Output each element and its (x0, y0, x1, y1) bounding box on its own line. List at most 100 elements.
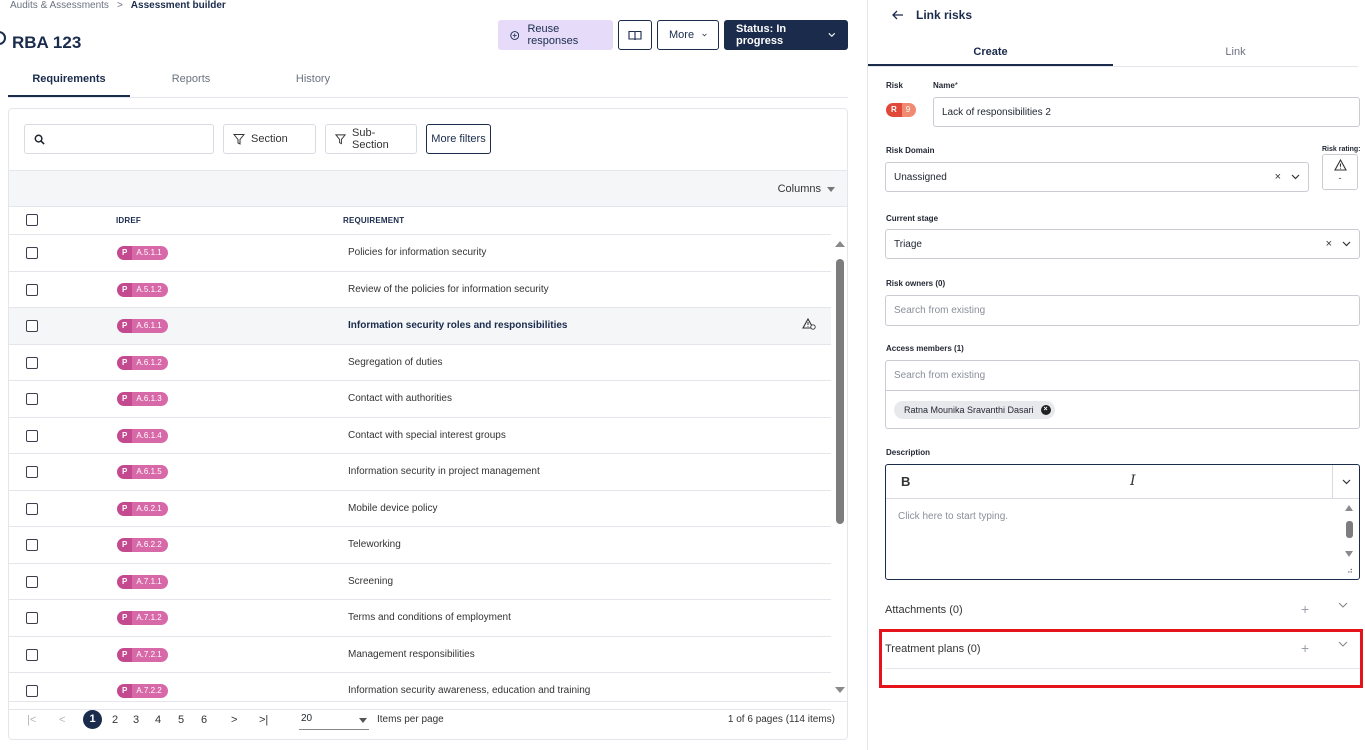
linked-risk-icon[interactable] (802, 317, 816, 333)
row-checkbox[interactable] (26, 502, 38, 515)
chevron-down-icon[interactable] (1338, 602, 1348, 608)
idref-tag[interactable]: P A.5.1.2 (117, 282, 168, 297)
back-arrow-icon[interactable] (892, 10, 904, 20)
chevron-down-icon[interactable] (1291, 174, 1300, 180)
risk-domain-select[interactable]: Unassigned × (885, 162, 1309, 192)
row-checkbox[interactable] (26, 320, 38, 332)
table-row[interactable]: P A.7.1.2 Terms and conditions of employme… (9, 600, 831, 637)
scroll-thumb[interactable] (836, 259, 844, 524)
subsection-filter-button[interactable]: Sub-Section (325, 124, 417, 154)
table-row[interactable]: P A.7.2.1 Management responsibilities (9, 637, 831, 673)
idref-tag[interactable]: P A.5.1.1 (117, 246, 168, 260)
more-filters-button[interactable]: More filters (426, 124, 491, 154)
row-checkbox[interactable] (26, 539, 38, 551)
items-per-page-label: Items per page (377, 714, 444, 725)
idref-tag[interactable]: P A.7.1.1 (117, 574, 168, 589)
last-page-button[interactable]: >| (259, 714, 268, 726)
editor-textarea[interactable]: Click here to start typing. (898, 511, 1008, 522)
access-members-search-input[interactable]: Search from existing (885, 360, 1360, 391)
chevron-down-icon[interactable] (1342, 241, 1351, 247)
risk-rating-box[interactable]: - (1322, 154, 1358, 190)
page-2-button[interactable]: 2 (112, 714, 118, 726)
idref-tag[interactable]: P A.7.2.2 (117, 684, 168, 698)
table-row[interactable]: P A.6.1.3 Contact with authorities (9, 381, 831, 418)
filter-icon (335, 134, 347, 145)
page-6-button[interactable]: 6 (201, 714, 207, 726)
row-checkbox[interactable] (26, 393, 38, 405)
tab-history[interactable]: History (252, 62, 374, 97)
row-checkbox[interactable] (26, 685, 38, 697)
page-4-button[interactable]: 4 (155, 714, 161, 726)
table-row[interactable]: P A.5.1.1 Policies for information securit… (9, 235, 831, 272)
scroll-down-arrow[interactable] (835, 687, 845, 693)
page-1-button[interactable]: 1 (83, 710, 102, 729)
clear-icon[interactable]: × (1275, 171, 1281, 183)
scroll-down-arrow[interactable] (1345, 551, 1353, 557)
editor-scrollbar[interactable] (1345, 505, 1354, 557)
risk-owners-search-input[interactable]: Search from existing (885, 295, 1360, 326)
tab-requirements[interactable]: Requirements (8, 62, 130, 97)
current-stage-select[interactable]: Triage × (885, 229, 1360, 259)
row-checkbox[interactable] (26, 648, 38, 661)
scroll-up-arrow[interactable] (835, 241, 845, 247)
reuse-responses-button[interactable]: Reuse responses (498, 20, 613, 50)
idref-tag[interactable]: P A.6.1.4 (117, 428, 168, 443)
idref-tag[interactable]: P A.6.1.5 (117, 465, 168, 479)
tab-create[interactable]: Create (868, 37, 1113, 66)
row-checkbox[interactable] (26, 283, 38, 296)
back-circle-icon[interactable] (0, 31, 6, 45)
table-row[interactable]: P A.6.1.2 Segregation of duties (9, 345, 831, 381)
table-row[interactable]: P A.6.2.2 Teleworking (9, 527, 831, 564)
toolbar-expand-button[interactable] (1332, 465, 1359, 498)
italic-button[interactable]: I (1130, 473, 1136, 489)
column-header-requirement[interactable]: REQUIREMENT (343, 216, 404, 225)
idref-tag[interactable]: P A.7.1.2 (117, 611, 168, 625)
row-checkbox[interactable] (26, 612, 38, 624)
more-button[interactable]: More (657, 20, 719, 50)
page-5-button[interactable]: 5 (178, 714, 184, 726)
first-page-button[interactable]: |< (27, 714, 36, 726)
scroll-thumb[interactable] (1346, 521, 1353, 538)
table-row[interactable]: P A.6.1.4 Contact with special interest gr… (9, 418, 831, 454)
row-checkbox[interactable] (26, 429, 38, 442)
table-row[interactable]: P A.6.2.1 Mobile device policy (9, 491, 831, 527)
idref-tag[interactable]: P A.6.2.2 (117, 538, 168, 552)
next-page-button[interactable]: > (231, 714, 237, 726)
remove-member-icon[interactable]: × (1040, 404, 1051, 415)
prev-page-button[interactable]: < (59, 714, 65, 726)
resize-grip-icon[interactable]: ⠴ (1347, 566, 1353, 575)
columns-dropdown[interactable]: Columns (778, 183, 835, 195)
risk-domain-label: Risk Domain (886, 146, 935, 155)
search-input[interactable] (24, 124, 214, 154)
items-per-page-select[interactable]: 20 (299, 710, 369, 730)
add-attachment-icon[interactable]: + (1301, 601, 1309, 617)
idref-tag[interactable]: P A.6.1.3 (117, 392, 168, 406)
idref-tag[interactable]: P A.6.1.2 (117, 355, 168, 370)
column-header-idref[interactable]: IDREF (116, 216, 141, 225)
idref-tag[interactable]: P A.7.2.1 (117, 647, 168, 662)
table-scrollbar[interactable] (834, 241, 846, 693)
idref-tag[interactable]: P A.6.2.1 (117, 501, 168, 516)
bold-button[interactable]: B (901, 474, 910, 489)
section-filter-button[interactable]: Section (223, 124, 316, 154)
idref-tag[interactable]: P A.6.1.1 (117, 319, 168, 333)
row-checkbox[interactable] (26, 466, 38, 478)
table-row[interactable]: P A.6.1.5 Information security in project … (9, 454, 831, 491)
clear-icon[interactable]: × (1326, 238, 1332, 250)
tab-reports[interactable]: Reports (130, 62, 252, 97)
status-button[interactable]: Status: In progress (724, 20, 848, 50)
select-all-checkbox[interactable] (26, 214, 38, 226)
row-checkbox[interactable] (26, 575, 38, 588)
row-checkbox[interactable] (26, 247, 38, 259)
page-3-button[interactable]: 3 (133, 714, 139, 726)
attachments-section[interactable]: Attachments (0) + (885, 592, 1360, 630)
table-row[interactable]: P A.5.1.2 Review of the policies for infor… (9, 272, 831, 308)
breadcrumb-parent-link[interactable]: Audits & Assessments (10, 0, 109, 11)
tab-link[interactable]: Link (1113, 37, 1358, 66)
table-row[interactable]: P A.7.1.1 Screening (9, 564, 831, 600)
table-row[interactable]: P A.6.1.1 Information security roles and r… (9, 308, 831, 345)
row-checkbox[interactable] (26, 356, 38, 369)
scroll-up-arrow[interactable] (1345, 505, 1353, 511)
guide-button[interactable] (618, 20, 652, 50)
risk-name-input[interactable]: Lack of responsibilities 2 (933, 97, 1360, 127)
